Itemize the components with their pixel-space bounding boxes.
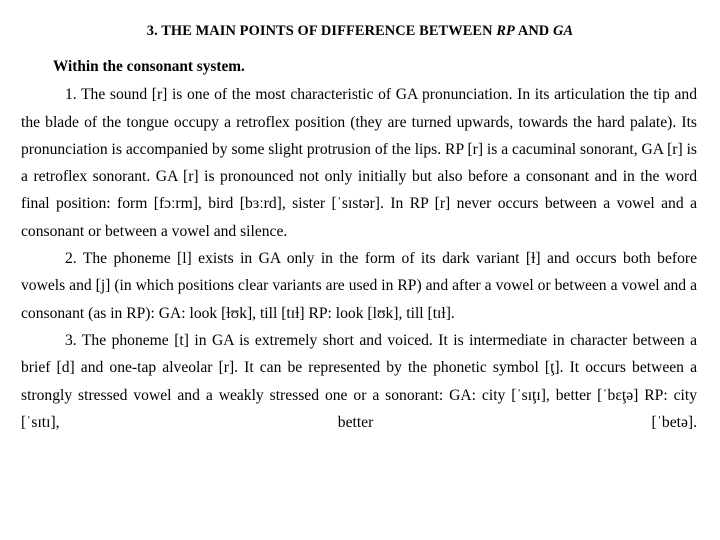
page-title-middle: AND [514, 23, 553, 39]
page-title: 3. THE MAIN POINTS OF DIFFERENCE BETWEEN… [16, 22, 704, 41]
section-lead-in: Within the consonant system. [53, 57, 245, 75]
page-title-italic-rp: RP [496, 23, 515, 39]
paragraph-1: 1. The sound [r] is one of the most char… [21, 86, 697, 240]
paragraph-2: 2. The phoneme [l] exists in GA only in … [21, 250, 697, 322]
paragraph-3: 3. The phoneme [t] in GA is extremely sh… [21, 331, 697, 431]
document-page: 3. THE MAIN POINTS OF DIFFERENCE BETWEEN… [0, 0, 720, 540]
page-title-italic-ga: GA [553, 23, 574, 39]
body-text: 1. The sound [r] is one of the most char… [16, 81, 704, 463]
page-title-prefix: 3. THE MAIN POINTS OF DIFFERENCE BETWEEN [146, 23, 497, 39]
